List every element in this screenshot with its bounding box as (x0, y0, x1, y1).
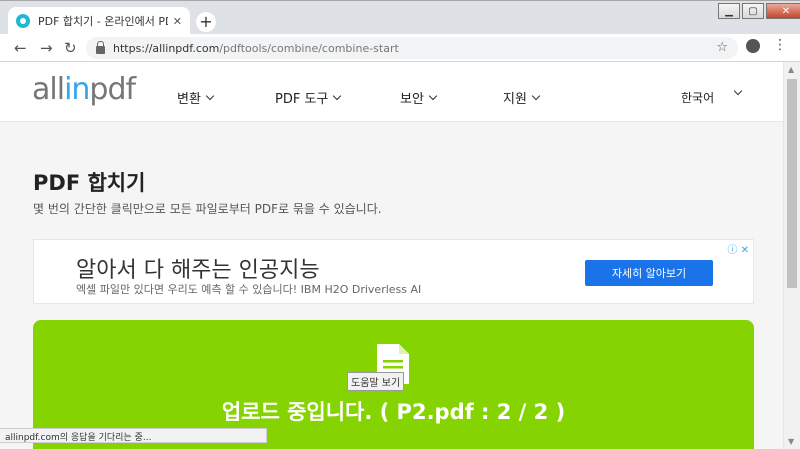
tab-close-icon[interactable]: ✕ (173, 15, 182, 28)
window-close-icon[interactable]: ✕ (766, 3, 800, 19)
site-logo[interactable]: allinpdf (32, 72, 136, 107)
chevron-down-icon (531, 91, 541, 100)
scroll-thumb[interactable] (787, 79, 797, 288)
language-selector[interactable]: 한국어 (681, 89, 714, 106)
language-chevron-icon[interactable] (733, 86, 743, 96)
chevron-down-icon (428, 91, 438, 100)
nav-convert[interactable]: 변환 (177, 88, 215, 107)
ad-learn-more-button[interactable]: 자세히 알아보기 (585, 260, 713, 286)
chevron-down-icon (205, 91, 215, 100)
scroll-up-icon[interactable]: ▲ (788, 65, 794, 74)
nav-support[interactable]: 지원 (503, 88, 541, 107)
ad-info-close-icon[interactable]: ⓘ ✕ (727, 241, 749, 256)
back-arrow-icon[interactable]: ← (14, 39, 27, 57)
address-bar: ← → ↻ https://allinpdf.com/pdftools/comb… (0, 34, 800, 62)
browser-tab[interactable]: PDF 합치기 - 온라인에서 PDF 파 ✕ (8, 7, 190, 35)
site-header: allinpdf 변환 PDF 도구 보안 지원 한국어 (0, 62, 783, 122)
browser-titlebar: PDF 합치기 - 온라인에서 PDF 파 ✕ + ▁ ▢ ✕ (0, 0, 800, 35)
maximize-icon[interactable]: ▢ (742, 3, 764, 19)
new-tab-button[interactable]: + (196, 12, 216, 32)
vertical-scrollbar[interactable]: ▲ ▼ (783, 62, 800, 449)
page-subtitle: 몇 번의 간단한 클릭만으로 모든 파일로부터 PDF로 묶을 수 있습니다. (33, 202, 382, 216)
ad-title[interactable]: 알아서 다 해주는 인공지능 (76, 252, 320, 284)
scroll-down-icon[interactable]: ▼ (788, 437, 794, 446)
page-viewport: allinpdf 변환 PDF 도구 보안 지원 한국어 PDF 합치기 몇 번… (0, 62, 783, 449)
minimize-icon[interactable]: ▁ (718, 3, 740, 19)
ad-description: 엑셀 파일만 있다면 우리도 예측 할 수 있습니다! IBM H2O Driv… (76, 283, 422, 296)
nav-pdf-tools[interactable]: PDF 도구 (275, 88, 342, 107)
reload-icon[interactable]: ↻ (64, 39, 77, 57)
url-text: https://allinpdf.com/pdftools/combine/co… (113, 41, 399, 55)
chevron-down-icon (333, 91, 342, 100)
tab-title: PDF 합치기 - 온라인에서 PDF 파 (38, 15, 168, 28)
lock-icon (96, 40, 105, 54)
browser-status-bar: allinpdf.com의 응답을 기다리는 중... (0, 428, 267, 443)
browser-menu-icon[interactable]: ⋮ (773, 37, 787, 53)
profile-avatar-icon[interactable] (746, 39, 760, 53)
bookmark-star-icon[interactable]: ☆ (716, 40, 728, 55)
nav-security[interactable]: 보안 (400, 88, 438, 107)
ad-banner[interactable]: ⓘ ✕ 알아서 다 해주는 인공지능 엑셀 파일만 있다면 우리도 예측 할 수… (33, 239, 754, 304)
forward-arrow-icon[interactable]: → (40, 39, 53, 57)
page-title: PDF 합치기 (33, 171, 146, 195)
help-tooltip: 도움말 보기 (347, 372, 405, 391)
url-field[interactable]: https://allinpdf.com/pdftools/combine/co… (86, 37, 738, 59)
site-favicon-icon (16, 14, 30, 28)
window-controls: ▁ ▢ ✕ (716, 3, 800, 19)
upload-status-message: 업로드 중입니다. ( P2.pdf : 2 / 2 ) (221, 400, 566, 424)
